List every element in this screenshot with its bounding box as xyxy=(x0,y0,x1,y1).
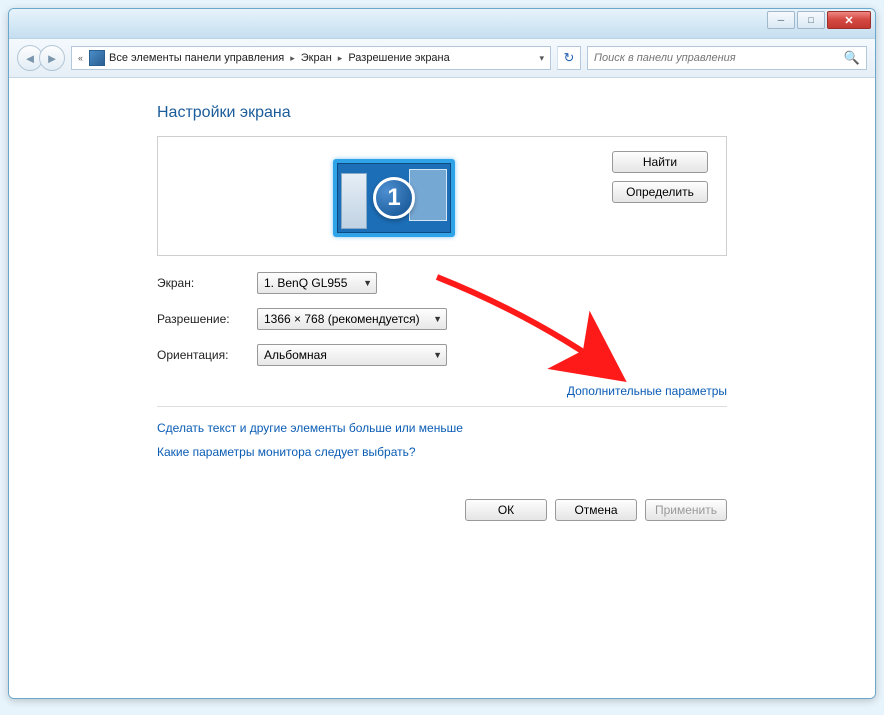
titlebar: ─ □ ✕ xyxy=(9,9,875,39)
monitor-number-badge: 1 xyxy=(373,177,415,219)
chevron-right-icon[interactable]: ▸ xyxy=(288,53,297,64)
breadcrumb[interactable]: « Все элементы панели управления ▸ Экран… xyxy=(71,46,551,70)
search-box[interactable]: 🔍 xyxy=(587,46,867,70)
chevron-right-icon[interactable]: ▸ xyxy=(336,53,345,64)
text-size-link[interactable]: Сделать текст и другие элементы больше и… xyxy=(157,421,463,435)
monitor-preview-box: 1 Найти Определить xyxy=(157,136,727,256)
nav-arrows: ◄ ► xyxy=(17,45,65,71)
breadcrumb-prefix-icon[interactable]: « xyxy=(76,53,85,63)
chevron-down-icon: ▼ xyxy=(433,314,442,324)
page-title: Настройки экрана xyxy=(157,104,727,122)
orientation-label: Ориентация: xyxy=(157,348,257,362)
breadcrumb-item-control-panel[interactable]: Все элементы панели управления xyxy=(109,52,284,64)
resolution-label: Разрешение: xyxy=(157,312,257,326)
back-arrow-icon: ◄ xyxy=(24,51,37,66)
search-icon[interactable]: 🔍 xyxy=(844,50,860,66)
display-value: 1. BenQ GL955 xyxy=(264,276,347,290)
minimize-button[interactable]: ─ xyxy=(767,11,795,29)
refresh-icon: ↻ xyxy=(564,50,575,66)
close-button[interactable]: ✕ xyxy=(827,11,871,29)
cancel-button[interactable]: Отмена xyxy=(555,499,637,521)
refresh-button[interactable]: ↻ xyxy=(557,46,581,70)
orientation-value: Альбомная xyxy=(264,348,327,362)
advanced-settings-link[interactable]: Дополнительные параметры xyxy=(567,384,727,398)
chevron-down-icon: ▼ xyxy=(433,350,442,360)
help-links: Сделать текст и другие элементы больше и… xyxy=(157,421,727,459)
detect-button[interactable]: Определить xyxy=(612,181,708,203)
control-panel-icon xyxy=(89,50,105,66)
content-area: Настройки экрана 1 Найти Определить Экра… xyxy=(9,78,875,698)
resolution-dropdown[interactable]: 1366 × 768 (рекомендуется) ▼ xyxy=(257,308,447,330)
monitor-taskbar-icon xyxy=(341,173,367,229)
forward-button[interactable]: ► xyxy=(39,45,65,71)
window: ─ □ ✕ ◄ ► « Все элементы панели управлен… xyxy=(8,8,876,699)
display-label: Экран: xyxy=(157,276,257,290)
chevron-down-icon[interactable]: ▾ xyxy=(537,53,546,64)
monitor-preview[interactable]: 1 xyxy=(176,151,612,237)
display-dropdown[interactable]: 1. BenQ GL955 ▼ xyxy=(257,272,377,294)
find-button[interactable]: Найти xyxy=(612,151,708,173)
separator xyxy=(157,406,727,407)
breadcrumb-item-resolution[interactable]: Разрешение экрана xyxy=(348,52,449,64)
navbar: ◄ ► « Все элементы панели управления ▸ Э… xyxy=(9,39,875,78)
chevron-down-icon: ▼ xyxy=(363,278,372,288)
orientation-dropdown[interactable]: Альбомная ▼ xyxy=(257,344,447,366)
apply-button[interactable]: Применить xyxy=(645,499,727,521)
forward-arrow-icon: ► xyxy=(46,51,59,66)
maximize-button[interactable]: □ xyxy=(797,11,825,29)
window-controls: ─ □ ✕ xyxy=(767,11,871,29)
monitor-1[interactable]: 1 xyxy=(333,159,455,237)
breadcrumb-item-display[interactable]: Экран xyxy=(301,52,332,64)
dialog-buttons: ОК Отмена Применить xyxy=(157,499,727,521)
ok-button[interactable]: ОК xyxy=(465,499,547,521)
monitor-params-help-link[interactable]: Какие параметры монитора следует выбрать… xyxy=(157,445,416,459)
resolution-value: 1366 × 768 (рекомендуется) xyxy=(264,312,420,326)
search-input[interactable] xyxy=(594,52,844,64)
